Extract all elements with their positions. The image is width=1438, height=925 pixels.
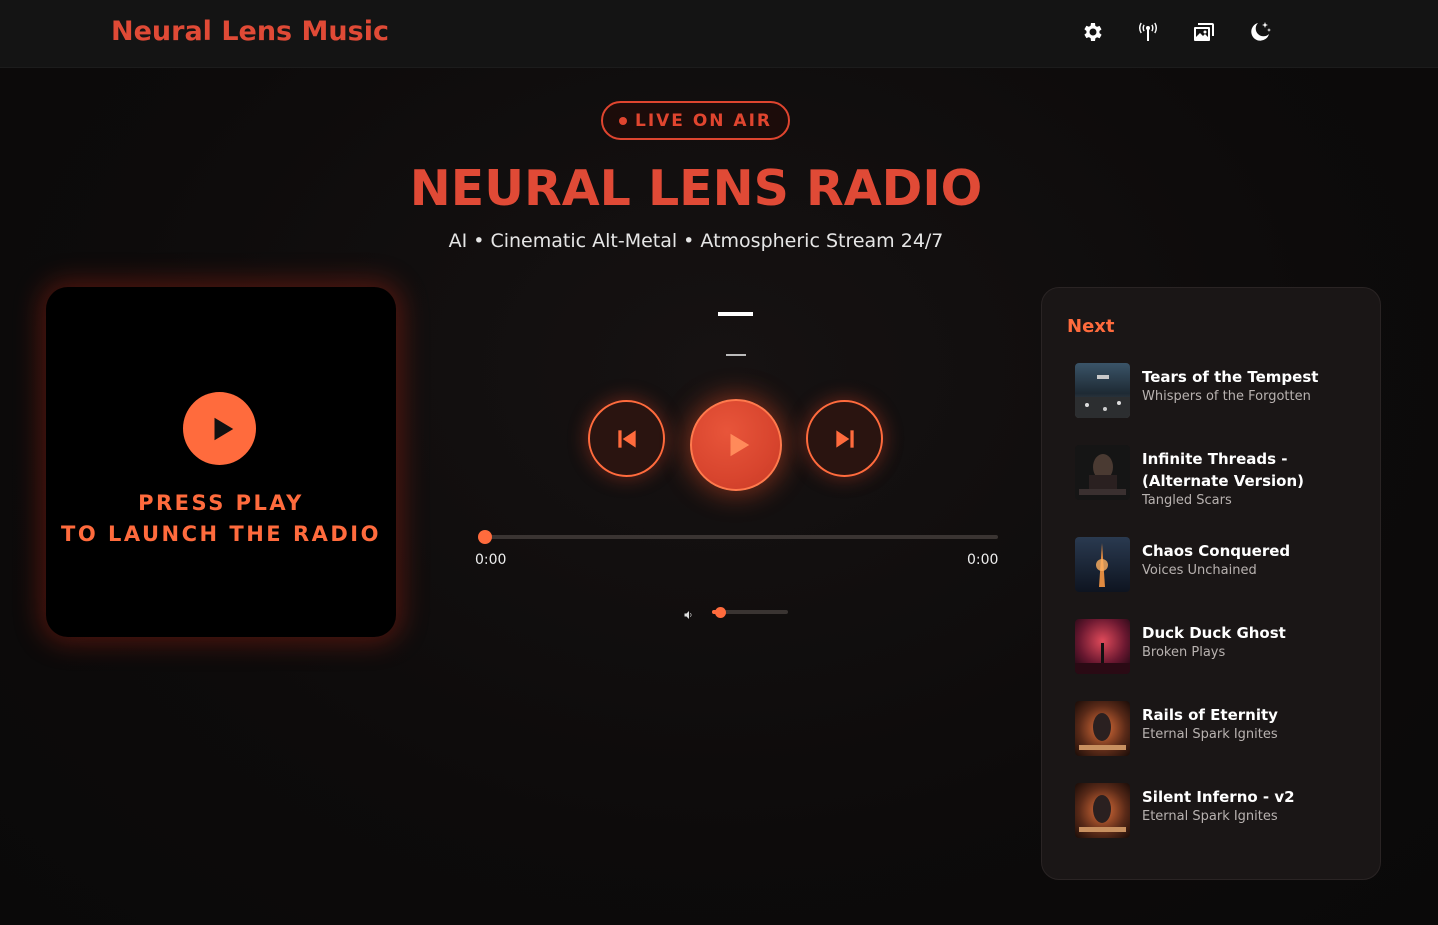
skip-previous-icon xyxy=(617,429,636,448)
skip-next-icon xyxy=(835,429,854,448)
duration-time: 0:00 xyxy=(967,552,999,568)
queue-thumbnail xyxy=(1075,783,1130,838)
queue-item-artist: Eternal Spark Ignites xyxy=(1142,809,1278,824)
page-title: NEURAL LENS RADIO xyxy=(409,160,983,217)
queue-item[interactable]: Rails of Eternity Eternal Spark Ignites xyxy=(1075,701,1365,757)
play-icon xyxy=(730,433,750,457)
top-bar: Neural Lens Music xyxy=(0,0,1438,68)
volume-handle[interactable] xyxy=(714,607,726,618)
live-dot-icon xyxy=(618,116,627,125)
page-subtitle: AI • Cinematic Alt-Metal • Atmospheric S… xyxy=(448,230,944,252)
track-artist-placeholder xyxy=(726,354,746,356)
queue-item[interactable]: Tears of the Tempest Whispers of the For… xyxy=(1075,363,1365,419)
queue-thumbnail xyxy=(1075,537,1130,592)
next-track-button[interactable] xyxy=(806,400,883,477)
up-next-panel: Next Tears of the Tempest Whispers of th… xyxy=(1041,287,1381,880)
cover-prompt-line2: TO LAUNCH THE RADIO xyxy=(61,522,381,546)
gear-icon[interactable] xyxy=(1078,18,1106,46)
queue-item[interactable]: Infinite Threads - (Alternate Version) T… xyxy=(1075,445,1365,508)
cover-prompt: PRESS PLAY TO LAUNCH THE RADIO xyxy=(46,488,396,550)
queue-item-title: Rails of Eternity xyxy=(1142,706,1278,724)
queue-item-title: Tears of the Tempest xyxy=(1142,368,1319,386)
queue-item-artist: Voices Unchained xyxy=(1142,563,1257,578)
queue-item-title: Silent Inferno - v2 xyxy=(1142,788,1295,806)
queue-item-artist: Whispers of the Forgotten xyxy=(1142,389,1311,404)
previous-track-button[interactable] xyxy=(588,400,665,477)
broadcast-icon[interactable] xyxy=(1134,18,1162,46)
current-time: 0:00 xyxy=(475,552,507,568)
image-icon[interactable] xyxy=(1190,18,1218,46)
queue-thumbnail xyxy=(1075,363,1130,418)
up-next-heading: Next xyxy=(1067,316,1115,337)
live-label: LIVE ON AIR xyxy=(634,110,772,131)
header-actions xyxy=(1078,18,1274,46)
progress-bar[interactable] xyxy=(484,535,998,539)
queue-thumbnail xyxy=(1075,619,1130,674)
queue-thumbnail xyxy=(1075,445,1130,500)
play-button[interactable] xyxy=(690,399,782,491)
queue-item[interactable]: Silent Inferno - v2 Eternal Spark Ignite… xyxy=(1075,783,1365,839)
queue-item-artist: Broken Plays xyxy=(1142,645,1226,660)
moon-stars-icon[interactable] xyxy=(1246,18,1274,46)
queue-item-title: Chaos Conquered xyxy=(1142,542,1291,560)
track-title-placeholder xyxy=(718,312,753,316)
queue-item[interactable]: Duck Duck Ghost Broken Plays xyxy=(1075,619,1365,675)
brand-logo[interactable]: Neural Lens Music xyxy=(111,16,389,47)
queue-thumbnail xyxy=(1075,701,1130,756)
play-icon xyxy=(214,417,233,440)
progress-handle[interactable] xyxy=(478,530,492,544)
queue-item-title: Duck Duck Ghost xyxy=(1142,624,1286,642)
queue-item-artist: Tangled Scars xyxy=(1142,493,1232,508)
volume-icon[interactable] xyxy=(683,606,695,619)
queue-item-artist: Eternal Spark Ignites xyxy=(1142,727,1278,742)
cover-play-button[interactable] xyxy=(183,392,256,465)
live-on-air-badge: LIVE ON AIR xyxy=(601,101,790,140)
album-cover: PRESS PLAY TO LAUNCH THE RADIO xyxy=(46,287,396,637)
cover-prompt-line1: PRESS PLAY xyxy=(138,491,304,515)
queue-item[interactable]: Chaos Conquered Voices Unchained xyxy=(1075,537,1365,593)
queue-item-title: Infinite Threads - (Alternate Version) xyxy=(1142,450,1304,490)
